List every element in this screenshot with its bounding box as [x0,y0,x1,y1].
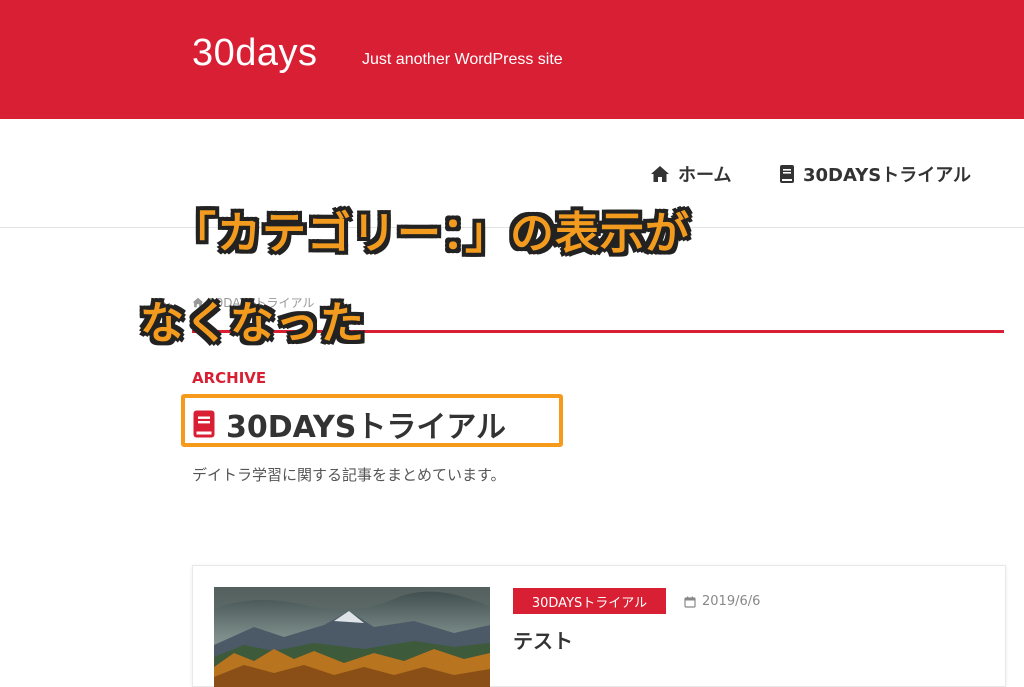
site-title[interactable]: 30days [192,32,318,75]
calendar-icon [684,596,696,608]
home-icon [651,166,669,182]
archive-description: デイトラ学習に関する記事をまとめています。 [192,466,506,484]
nav-item-30days-trial-label: 30DAYSトライアル [803,165,972,186]
archive-label: ARCHIVE [192,369,267,387]
post-title[interactable]: テスト [513,625,573,654]
nav-item-30days-trial[interactable]: 30DAYSトライアル [779,161,971,187]
site-tagline: Just another WordPress site [362,51,563,68]
nav-item-home[interactable]: ホーム [650,161,731,187]
post-date: 2019/6/6 [684,594,760,609]
nav-item-home-label: ホーム [678,165,732,186]
annotation-line-2: なくなった [140,298,365,349]
site-header: 30days Just another WordPress site [0,0,1024,119]
book-icon [780,165,794,183]
post-category-badge[interactable]: 30DAYSトライアル [513,588,666,614]
annotation-line-1: 「カテゴリー：」の表示が [172,208,690,259]
post-date-text: 2019/6/6 [702,594,761,609]
highlight-box [181,394,563,447]
post-thumbnail[interactable] [214,587,490,687]
